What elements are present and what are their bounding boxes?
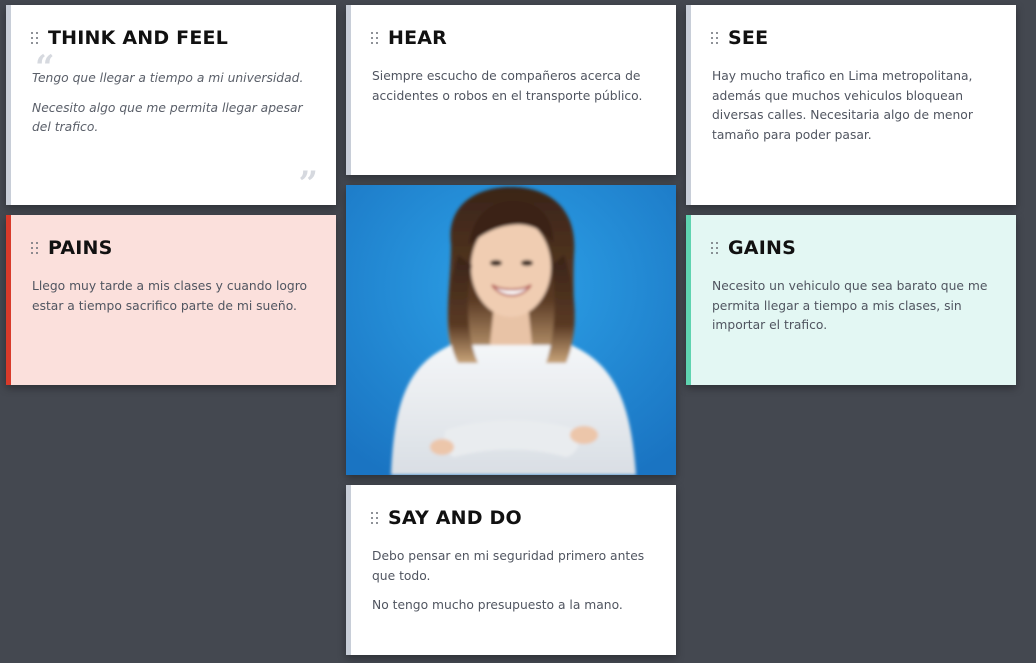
card-text: Llego muy tarde a mis clases y cuando lo… [32,277,316,316]
drag-handle-icon[interactable] [371,511,379,525]
open-quote-icon: “ [35,48,55,88]
empathy-map-board: THINK AND FEEL “ Tengo que llegar a tiem… [0,0,1036,663]
card-header: HEAR [371,25,656,51]
card-header: GAINS [711,235,996,261]
persona-photo[interactable] [346,185,676,475]
card-text: Necesito un vehiculo que sea barato que … [712,277,996,336]
card-gains[interactable]: GAINS Necesito un vehiculo que sea barat… [686,215,1016,385]
drag-handle-icon[interactable] [371,31,379,45]
card-think-and-feel[interactable]: THINK AND FEEL “ Tengo que llegar a tiem… [6,5,336,205]
card-title: HEAR [388,27,448,49]
card-title: SAY AND DO [388,507,522,529]
card-title: SEE [728,27,769,49]
card-line: No tengo mucho presupuesto a la mano. [372,598,623,612]
drag-handle-icon[interactable] [31,241,39,255]
drag-handle-icon[interactable] [711,31,719,45]
persona-image [346,185,676,475]
close-quote-icon: ” [298,164,318,204]
card-text: Debo pensar en mi seguridad primero ante… [372,547,656,616]
card-header: SEE [711,25,996,51]
card-see[interactable]: SEE Hay mucho trafico en Lima metropolit… [686,5,1016,205]
card-title: PAINS [48,237,113,259]
card-line: Hay mucho trafico en Lima metropolitana,… [712,69,973,142]
card-line: Necesito algo que me permita llegar apes… [32,100,303,135]
card-hear[interactable]: HEAR Siempre escucho de compañeros acerc… [346,5,676,175]
card-text: Tengo que llegar a tiempo a mi universid… [32,69,316,138]
card-title: GAINS [728,237,796,259]
card-say-and-do[interactable]: SAY AND DO Debo pensar en mi seguridad p… [346,485,676,655]
card-line: Necesito un vehiculo que sea barato que … [712,279,988,332]
card-header: SAY AND DO [371,505,656,531]
card-line: Tengo que llegar a tiempo a mi universid… [32,71,304,85]
card-text: Hay mucho trafico en Lima metropolitana,… [712,67,996,145]
card-header: PAINS [31,235,316,261]
drag-handle-icon[interactable] [31,31,39,45]
card-pains[interactable]: PAINS Llego muy tarde a mis clases y cua… [6,215,336,385]
card-line: Debo pensar en mi seguridad primero ante… [372,549,645,583]
drag-handle-icon[interactable] [711,241,719,255]
card-line: Siempre escucho de compañeros acerca de … [372,69,643,103]
card-title: THINK AND FEEL [48,27,229,49]
card-line: Llego muy tarde a mis clases y cuando lo… [32,279,308,313]
card-header: THINK AND FEEL [31,25,316,51]
card-text: Siempre escucho de compañeros acerca de … [372,67,656,106]
